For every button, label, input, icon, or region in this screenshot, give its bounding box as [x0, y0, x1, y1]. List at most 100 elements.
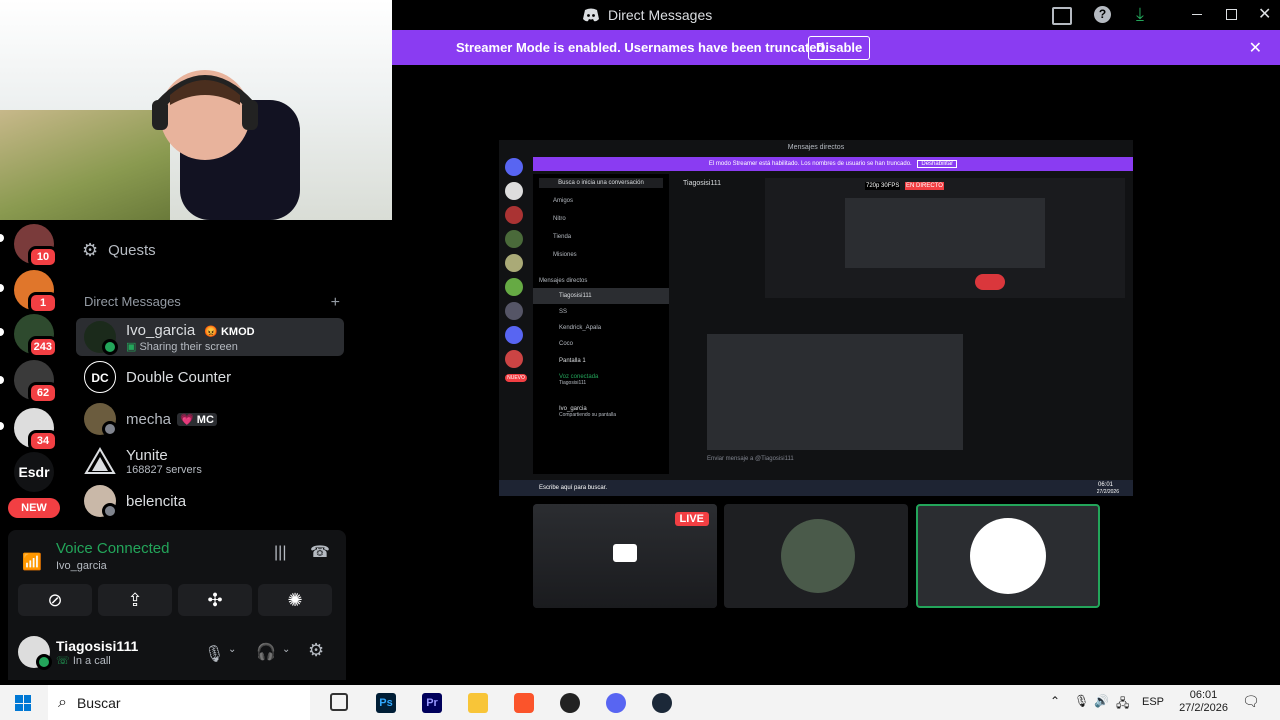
inner-new-badge: NUEVO	[505, 374, 527, 382]
participant-tile[interactable]	[724, 504, 908, 608]
phone-icon: ☏	[56, 654, 70, 667]
screen-share-button[interactable]: ⇪	[98, 584, 172, 616]
photoshop-icon[interactable]: Ps	[376, 693, 396, 713]
unread-pill	[0, 376, 4, 384]
tray-chevron-icon[interactable]: ⌃	[1050, 694, 1060, 708]
quests-item[interactable]: ⚙ Quests	[82, 240, 156, 261]
chevron-down-icon[interactable]: ⌄	[228, 644, 236, 655]
participant-avatar	[781, 519, 855, 593]
signal-icon: 📶	[22, 554, 42, 571]
chevron-down-icon[interactable]: ⌄	[282, 644, 290, 655]
mention-badge: 10	[28, 246, 58, 268]
screen-share-icon: ▣	[126, 340, 137, 353]
dm-item-ivo[interactable]: Ivo_garcia 😡 KMOD ▣ Sharing their screen	[76, 318, 344, 356]
brave-icon[interactable]	[514, 693, 534, 713]
discord-icon	[583, 8, 599, 22]
new-badge: NEW	[8, 498, 60, 518]
dm-status: ▣ Sharing their screen	[126, 340, 238, 353]
steam-icon[interactable]	[652, 693, 672, 713]
user-panel: Tiagosisi111 ☏ In a call 🎙 ⌄ 🎧 ⌄ ⚙	[18, 636, 324, 670]
discord-taskbar-icon[interactable]	[606, 693, 626, 713]
network-icon[interactable]: 🖧	[1116, 694, 1129, 715]
disconnect-icon[interactable]: ☎	[310, 542, 330, 562]
add-dm-icon[interactable]: +	[331, 294, 340, 312]
download-icon[interactable]: ⤓	[1136, 4, 1144, 25]
server-icon-3[interactable]: 243	[14, 314, 58, 358]
offline-status-icon	[102, 421, 118, 437]
inner-server-rail: NUEVO	[505, 156, 527, 476]
mention-badge: 34	[28, 430, 58, 452]
voice-status[interactable]: Voice Connected	[56, 540, 169, 557]
mention-badge: 62	[28, 382, 58, 404]
start-icon[interactable]	[15, 695, 31, 711]
stream-view[interactable]: Mensajes directos El modo Streamer está …	[499, 140, 1133, 496]
noise-suppression-icon[interactable]: |||	[274, 544, 286, 562]
notification-icon[interactable]: 🗨	[1242, 693, 1260, 710]
banner-close-icon[interactable]: ✕	[1249, 38, 1262, 58]
banner-message: Streamer Mode is enabled. Usernames have…	[456, 40, 829, 55]
mic-icon[interactable]: 🎙	[204, 644, 224, 664]
inbox-icon[interactable]	[1052, 7, 1072, 25]
dm-item-mecha[interactable]: mecha 💗 MC	[76, 400, 344, 438]
inner-stream-preview: 720p 30FPS EN DIRECTO	[765, 178, 1125, 298]
person-on-camera	[152, 70, 300, 220]
quests-icon: ⚙	[82, 240, 99, 260]
language-indicator[interactable]: ESP	[1142, 696, 1164, 708]
volume-icon[interactable]: 🔊	[1094, 694, 1109, 708]
premiere-icon[interactable]: Pr	[422, 693, 442, 713]
mention-badge: 1	[28, 292, 58, 314]
activities-button[interactable]: ✣	[178, 584, 252, 616]
webcam-overlay	[0, 0, 392, 220]
user-status: ☏ In a call	[56, 654, 111, 667]
taskbar-search[interactable]: ⌕ Buscar	[48, 685, 310, 720]
close-window-button[interactable]: ✕	[1258, 4, 1271, 24]
dm-item-belencita[interactable]: belencita	[76, 482, 344, 520]
participant-avatar	[970, 518, 1046, 594]
inner-dm-list: Busca o inicia una conversación Amigos N…	[533, 174, 669, 474]
file-explorer-icon[interactable]	[468, 693, 488, 713]
yunite-icon	[84, 445, 116, 477]
minimize-button[interactable]	[1192, 14, 1202, 15]
unread-pill	[0, 284, 4, 292]
avatar: DC	[84, 361, 116, 393]
server-icon-5[interactable]: 34	[14, 408, 58, 452]
speaking-participant-tile[interactable]	[916, 504, 1100, 608]
task-view-icon[interactable]	[330, 693, 348, 711]
inner-taskbar: Escribe aquí para buscar. 06:01 27/2/202…	[499, 480, 1133, 496]
clock[interactable]: 06:01 27/2/2026	[1179, 689, 1228, 715]
online-status-icon	[102, 339, 118, 355]
stream-tile[interactable]: LIVE	[533, 504, 717, 608]
window-title: Direct Messages	[582, 7, 712, 23]
headset-icon[interactable]: 🎧	[256, 642, 276, 662]
server-icon-2[interactable]: 1	[14, 270, 58, 314]
server-esdr[interactable]: Esdr	[14, 452, 54, 492]
help-icon[interactable]: ?	[1094, 6, 1111, 23]
avatar	[84, 403, 118, 437]
dm-item-double-counter[interactable]: DC Double Counter	[76, 358, 344, 396]
unread-pill	[0, 422, 4, 430]
disable-button[interactable]: Disable	[808, 36, 871, 60]
server-icon-4[interactable]: 62	[14, 360, 58, 404]
dm-header: Direct Messages +	[84, 294, 340, 312]
soundboard-button[interactable]: ✺	[258, 584, 332, 616]
user-avatar[interactable]	[18, 636, 52, 670]
monitor-icon	[613, 544, 637, 562]
server-icon-1[interactable]: 10	[14, 224, 58, 268]
unread-pill	[0, 234, 4, 242]
streamer-mode-banner: Streamer Mode is enabled. Usernames have…	[392, 30, 1280, 65]
inner-shared-screen	[707, 334, 963, 450]
unread-pill	[0, 328, 4, 336]
dm-item-yunite[interactable]: Yunite 168827 servers	[76, 442, 344, 480]
user-tag: 😡 KMOD	[201, 324, 258, 338]
dm-sidebar: ⚙ Quests Direct Messages + Ivo_garcia 😡 K…	[8, 220, 352, 685]
maximize-button[interactable]	[1226, 9, 1237, 20]
mention-badge: 243	[27, 336, 58, 358]
settings-gear-icon[interactable]: ⚙	[308, 640, 324, 661]
inner-banner: El modo Streamer está habilitado. Los no…	[533, 157, 1133, 171]
user-tag: 💗 MC	[177, 412, 217, 426]
camera-off-button[interactable]: ⊘	[18, 584, 92, 616]
inner-chat: Tiagosisi111 720p 30FPS EN DIRECTO Envia…	[675, 174, 1133, 474]
app-icon[interactable]	[560, 693, 580, 713]
avatar	[84, 321, 118, 355]
mic-tray-icon[interactable]: 🎙	[1074, 694, 1089, 708]
